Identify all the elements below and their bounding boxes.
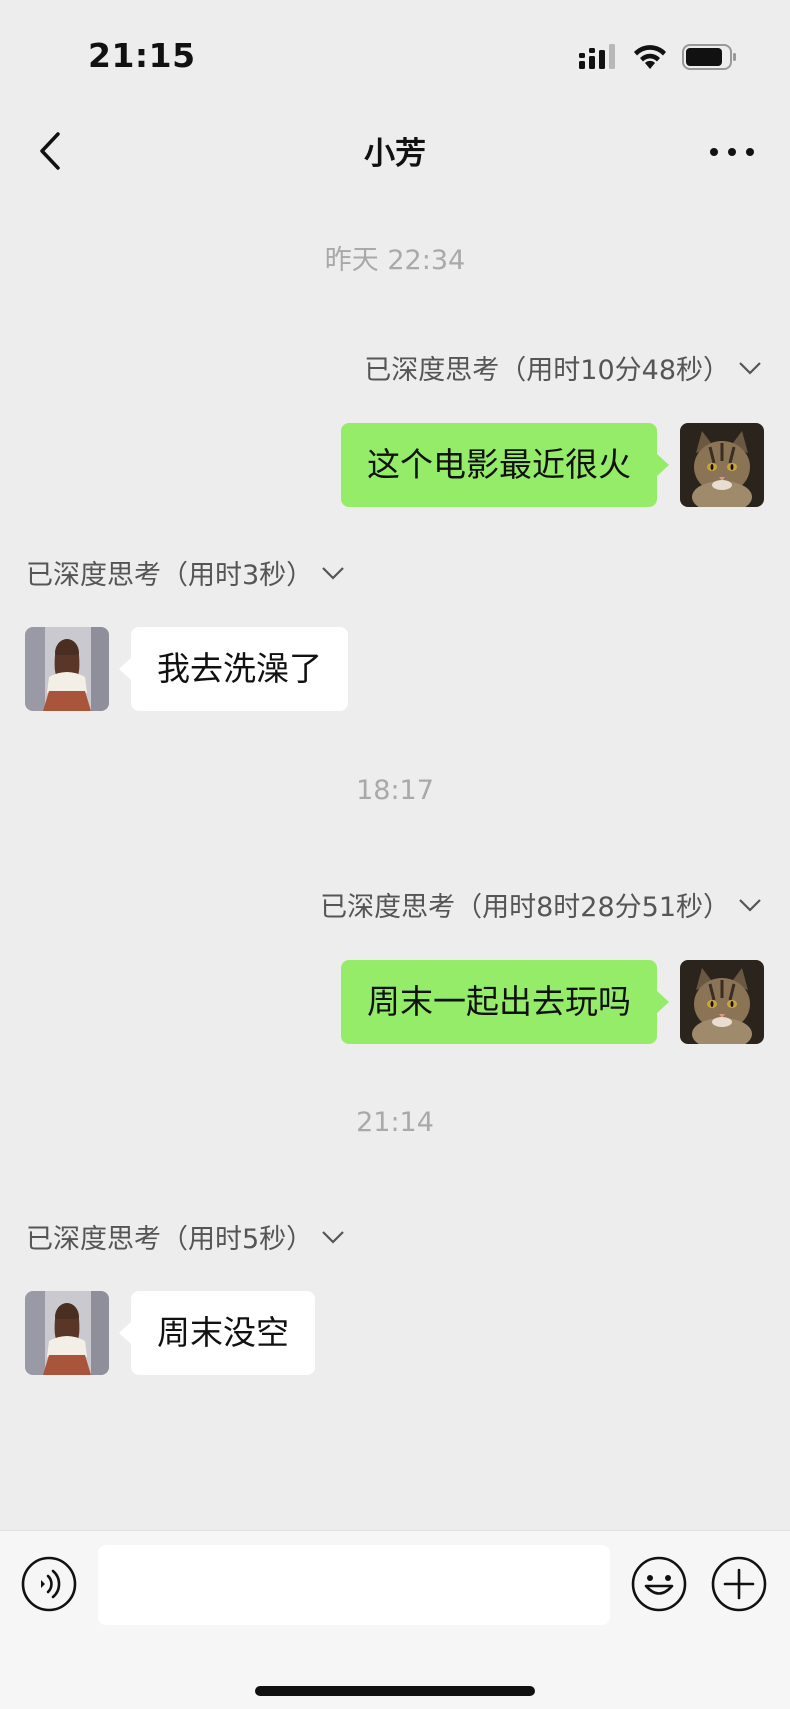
cat-avatar-icon: [680, 960, 764, 1044]
more-button[interactable]: [704, 132, 760, 172]
girl-avatar-icon: [25, 627, 109, 711]
nav-bar: 小芳: [0, 110, 790, 190]
deep-thinking-label: 已深度思考（用时8时28分51秒）: [320, 892, 730, 923]
status-icons: [578, 40, 738, 74]
voice-button[interactable]: [20, 1555, 78, 1613]
my-avatar[interactable]: [680, 423, 764, 507]
emoji-button[interactable]: [630, 1555, 688, 1613]
my-avatar[interactable]: [680, 960, 764, 1044]
cat-avatar-icon: [680, 423, 764, 507]
plus-icon: [711, 1556, 767, 1612]
status-bar: 21:15: [0, 0, 790, 110]
more-dots-icon: [710, 148, 754, 156]
timestamp: 18:17: [356, 775, 434, 806]
battery-icon: [682, 44, 736, 70]
contact-avatar[interactable]: [25, 627, 109, 711]
chevron-down-icon: [739, 361, 761, 375]
message-bubble-sent[interactable]: 这个电影最近很火: [341, 423, 669, 507]
message-bubble-received[interactable]: 我去洗澡了: [119, 627, 348, 711]
deep-thinking-toggle[interactable]: 已深度思考（用时10分48秒）: [364, 348, 762, 387]
timestamp: 昨天 22:34: [324, 245, 466, 276]
message-input[interactable]: [98, 1545, 610, 1625]
emoji-icon: [631, 1556, 687, 1612]
input-bar: [0, 1530, 790, 1709]
deep-thinking-label: 已深度思考（用时10分48秒）: [364, 355, 730, 386]
contact-avatar[interactable]: [25, 1291, 109, 1375]
deep-thinking-toggle[interactable]: 已深度思考（用时8时28分51秒）: [320, 885, 762, 924]
wifi-icon: [634, 45, 666, 69]
deep-thinking-toggle[interactable]: 已深度思考（用时3秒）: [26, 553, 345, 592]
timestamp: 21:14: [356, 1107, 434, 1138]
girl-avatar-icon: [25, 1291, 109, 1375]
cellular-signal-icon: [579, 44, 615, 69]
home-indicator: [255, 1686, 535, 1696]
message-bubble-received[interactable]: 周末没空: [119, 1291, 315, 1375]
deep-thinking-label: 已深度思考（用时5秒）: [26, 1224, 314, 1255]
chevron-down-icon: [739, 898, 761, 912]
status-time: 21:15: [88, 36, 196, 75]
chevron-down-icon: [322, 1230, 344, 1244]
chat-title: 小芳: [364, 136, 426, 172]
deep-thinking-toggle[interactable]: 已深度思考（用时5秒）: [26, 1217, 345, 1256]
deep-thinking-label: 已深度思考（用时3秒）: [26, 560, 314, 591]
plus-button[interactable]: [710, 1555, 768, 1613]
message-bubble-sent[interactable]: 周末一起出去玩吗: [341, 960, 669, 1044]
chevron-down-icon: [322, 566, 344, 580]
voice-icon: [21, 1556, 77, 1612]
